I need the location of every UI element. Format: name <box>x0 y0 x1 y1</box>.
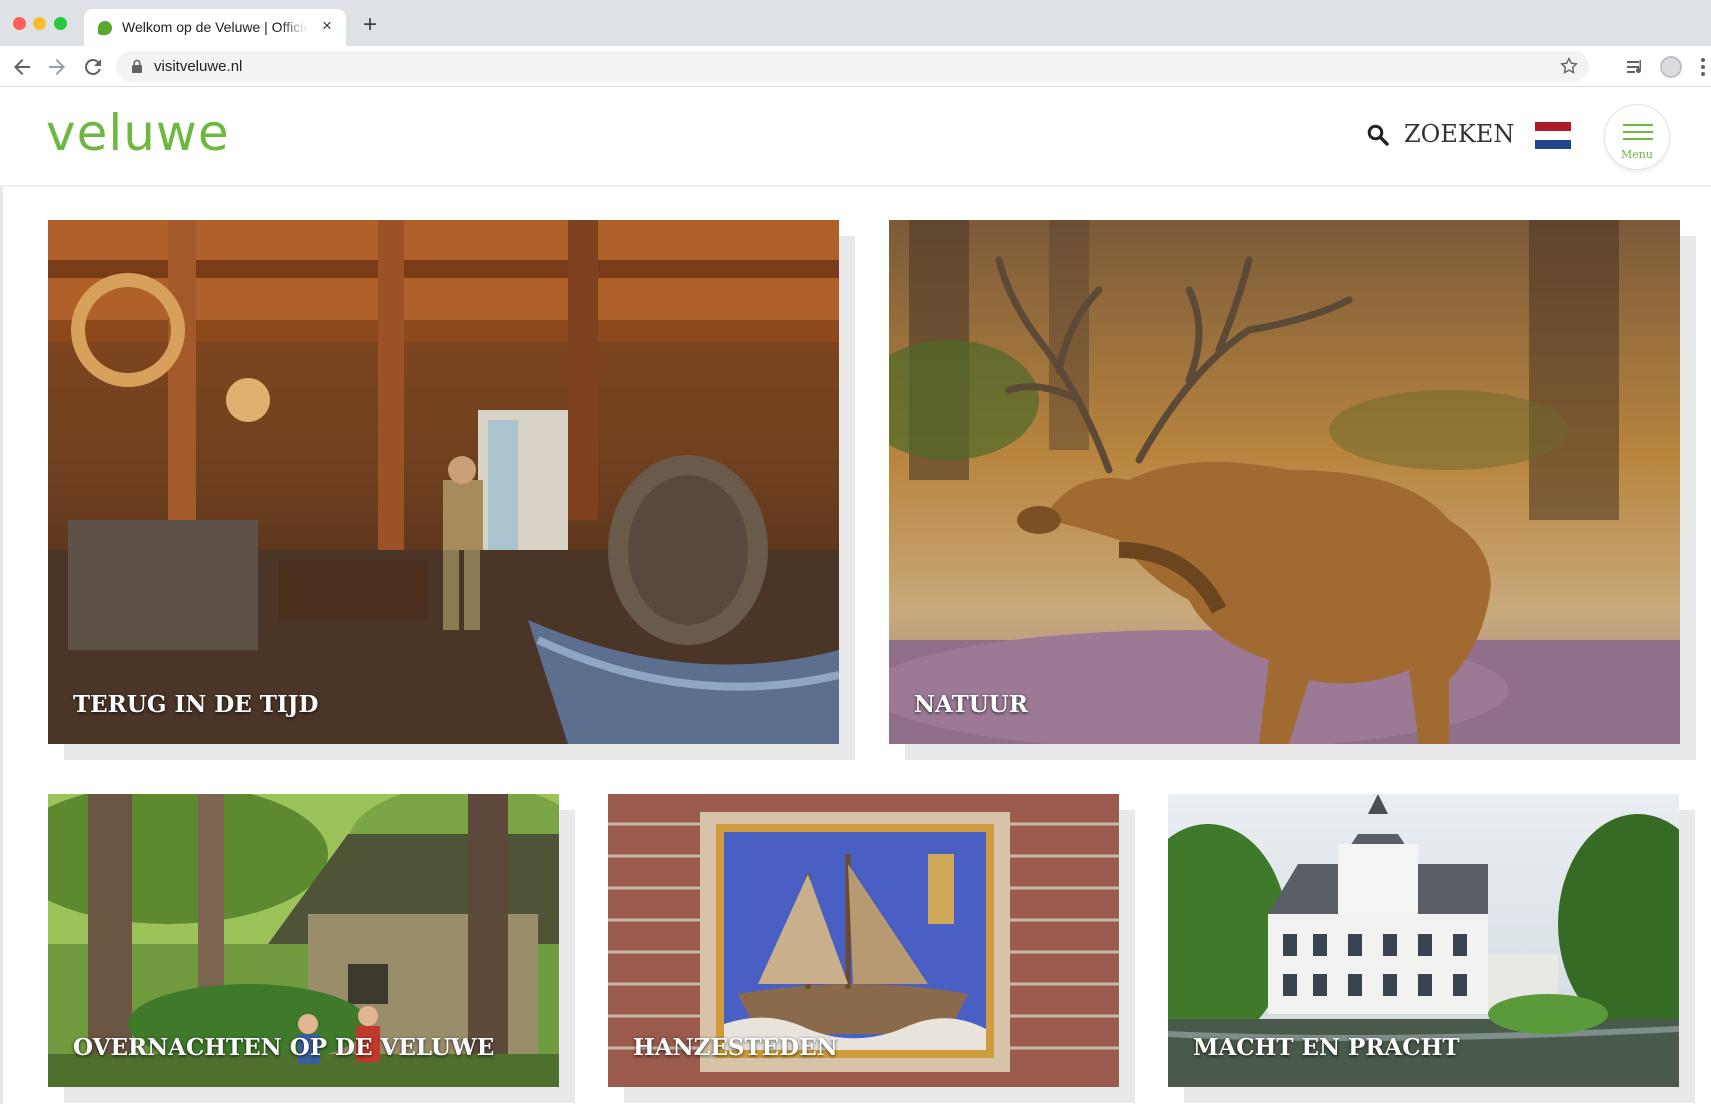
url-text: visitveluwe.nl <box>154 58 243 75</box>
tile-title: OVERNACHTEN OP DE VELUWE <box>73 1034 495 1061</box>
close-window-button[interactable] <box>13 17 26 30</box>
more-options-icon[interactable] <box>1698 56 1708 78</box>
bookmark-star-icon[interactable] <box>1559 56 1579 76</box>
menu-label: Menu <box>1621 148 1653 161</box>
tile-terug-in-de-tijd[interactable]: TERUG IN DE TIJD <box>48 220 855 760</box>
veluwe-favicon-icon <box>98 21 112 35</box>
veluwe-logo[interactable]: veluwe <box>46 104 230 162</box>
tile-macht-en-pracht[interactable]: MACHT EN PRACHT <box>1168 794 1695 1103</box>
site-header: veluwe ZOEKEN Menu <box>0 88 1711 187</box>
reload-icon <box>84 58 101 75</box>
new-tab-button[interactable]: + <box>359 13 381 37</box>
hamburger-icon <box>1623 124 1653 145</box>
tile-overnachten-op-de-veluwe[interactable]: OVERNACHTEN OP DE VELUWE <box>48 794 575 1103</box>
tile-title: TERUG IN DE TIJD <box>73 691 319 718</box>
maximize-window-button[interactable] <box>54 17 67 30</box>
address-bar[interactable]: visitveluwe.nl <box>116 51 1589 82</box>
browser-toolbar: visitveluwe.nl <box>0 46 1711 87</box>
arrow-right-icon <box>49 59 65 75</box>
lock-icon <box>132 59 142 73</box>
tab-title: Welkom op de Veluwe | Officiële <box>122 19 308 35</box>
red-deer-photo <box>889 220 1680 744</box>
back-button[interactable] <box>10 55 34 79</box>
browser-tab[interactable]: Welkom op de Veluwe | Officiële × <box>84 9 346 46</box>
window-edge <box>0 88 3 1104</box>
profile-avatar-icon[interactable] <box>1660 56 1682 78</box>
tile-title: MACHT EN PRACHT <box>1193 1034 1460 1061</box>
search-button[interactable]: ZOEKEN <box>1404 120 1514 148</box>
tile-natuur[interactable]: NATUUR <box>889 220 1696 760</box>
forward-button[interactable] <box>45 55 69 79</box>
search-icon[interactable] <box>1366 123 1390 147</box>
arrow-left-icon <box>14 59 30 75</box>
menu-button[interactable]: Menu <box>1604 104 1670 170</box>
reload-button[interactable] <box>81 55 105 79</box>
mill-interior-photo <box>48 220 839 744</box>
minimize-window-button[interactable] <box>33 17 46 30</box>
tile-title: HANZESTEDEN <box>633 1034 838 1061</box>
media-queue-icon[interactable] <box>1625 56 1647 78</box>
dutch-flag-icon[interactable] <box>1535 122 1571 149</box>
tab-close-button[interactable]: × <box>318 17 336 35</box>
tile-title: NATUUR <box>914 691 1028 718</box>
tile-hanzesteden[interactable]: HANZESTEDEN <box>608 794 1135 1103</box>
browser-tab-bar: Welkom op de Veluwe | Officiële × + <box>0 0 1711 46</box>
